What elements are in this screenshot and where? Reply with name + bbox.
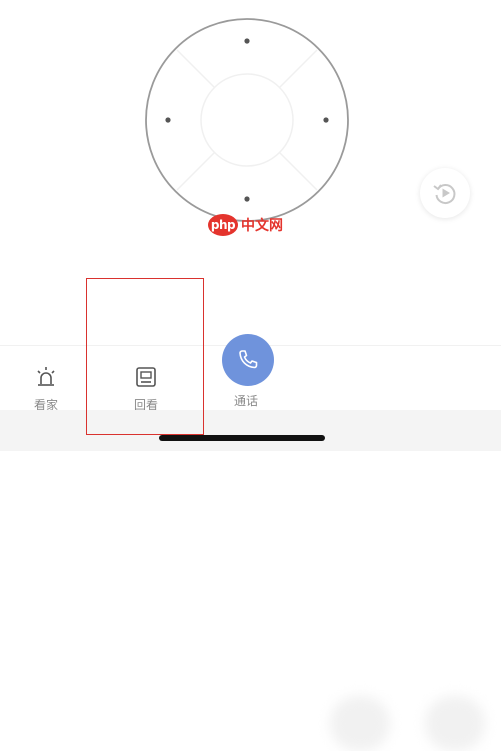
dpad-up-button[interactable] [207,22,287,70]
replay-button[interactable] [420,168,470,218]
highlight-box [86,278,204,435]
dpad-ok-button[interactable] [203,76,291,164]
replay-icon [433,184,456,204]
blurred-nav-item [425,696,485,751]
watermark: php 中文网 [208,212,283,238]
nav-item-home-guard[interactable]: 看家 [6,364,86,416]
call-button[interactable] [222,334,274,386]
watermark-text: 中文网 [241,218,283,234]
direction-pad [143,16,351,224]
bottom-fade [0,410,501,451]
alarm-light-icon [33,364,59,390]
home-indicator [159,435,325,441]
nav-label-call: 通话 [233,394,258,408]
phone-icon [239,350,258,369]
dpad-left-button[interactable] [149,80,197,160]
watermark-logo: php [208,214,238,236]
dpad-down-button[interactable] [207,170,287,218]
blurred-nav-item [330,696,390,751]
dpad-right-button[interactable] [297,80,345,160]
